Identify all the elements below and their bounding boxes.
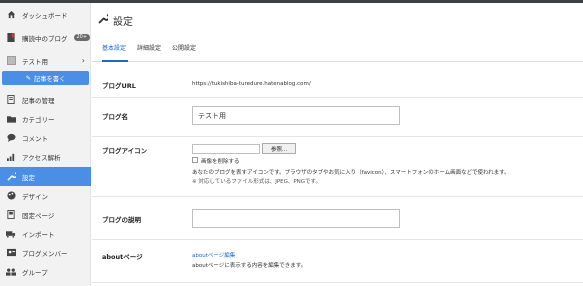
tab-divider	[92, 61, 583, 62]
folder-icon	[6, 114, 16, 124]
blog-icon	[6, 56, 16, 66]
sidebar-item-members[interactable]: ブログメンバー	[0, 243, 91, 262]
truck-icon	[6, 229, 16, 239]
sidebar-item-label: アクセス解析	[22, 153, 61, 162]
palette-icon	[6, 191, 16, 201]
sidebar-item-settings[interactable]: 設定	[0, 167, 91, 186]
about-page-label: aboutページ	[102, 253, 143, 261]
main-content: 設定 基本設定 詳細設定 公開設定 ブログURL https://tukishi…	[92, 3, 583, 286]
sidebar-item-label: ブログメンバー	[22, 249, 68, 258]
browse-button[interactable]: 参照...	[262, 143, 296, 154]
about-page-edit-link[interactable]: aboutページ編集	[192, 251, 235, 259]
tab-basic[interactable]: 基本設定	[102, 43, 126, 52]
chevron-right-icon: ›	[81, 56, 85, 65]
sidebar-item-label: 購読中のブログ	[22, 34, 68, 43]
sidebar-item-label: 記事の管理	[22, 96, 55, 105]
file-path-field[interactable]	[192, 144, 260, 154]
divider	[92, 239, 583, 240]
sidebar-item-categories[interactable]: カテゴリー	[0, 109, 91, 128]
sidebar-item-label: コメント	[22, 134, 48, 143]
tab-publish[interactable]: 公開設定	[172, 43, 196, 52]
sidebar: ダッシュボード 購読中のブログ 20+ テスト用 › ✎ 記事を書く 記事の管理…	[0, 3, 91, 286]
sidebar-item-import[interactable]: インポート	[0, 224, 91, 243]
blog-name-input[interactable]: テスト用	[192, 106, 400, 125]
page-icon	[6, 210, 16, 220]
sidebar-item-label: デザイン	[22, 192, 48, 201]
blog-url-label: ブログURL	[102, 82, 136, 90]
sidebar-item-dashboard[interactable]: ダッシュボード	[0, 5, 91, 24]
settings-tabs: 基本設定 詳細設定 公開設定	[102, 43, 196, 52]
sidebar-item-articles[interactable]: 記事の管理	[0, 90, 91, 109]
divider	[92, 97, 583, 98]
tab-detail[interactable]: 詳細設定	[137, 43, 161, 52]
divider	[92, 282, 583, 283]
group-icon	[6, 267, 16, 277]
page-title: 設定	[98, 13, 133, 28]
sidebar-item-design[interactable]: デザイン	[0, 186, 91, 205]
sidebar-item-label: インポート	[22, 230, 55, 239]
sidebar-item-label: ダッシュボード	[22, 11, 68, 20]
bookmark-icon	[6, 33, 16, 43]
write-article-button[interactable]: ✎ 記事を書く	[2, 71, 89, 85]
divider	[92, 136, 583, 137]
wrench-icon	[98, 14, 110, 27]
blog-description-label: ブログの説明	[102, 216, 141, 224]
home-icon	[6, 10, 16, 20]
sidebar-item-groups[interactable]: グループ	[0, 262, 91, 281]
sidebar-item-label: 固定ページ	[22, 211, 55, 220]
sidebar-item-label: カテゴリー	[22, 115, 55, 124]
sidebar-item-label: テスト用	[22, 57, 48, 66]
member-icon	[6, 248, 16, 258]
sidebar-item-fixed-pages[interactable]: 固定ページ	[0, 205, 91, 224]
sidebar-item-label: 設定	[22, 173, 35, 182]
blog-url-value: https://tukishiba-turedure.hatenablog.co…	[192, 81, 311, 87]
blog-icon-label: ブログアイコン	[102, 147, 148, 155]
sidebar-item-blog-switcher[interactable]: テスト用 ›	[0, 51, 91, 70]
sidebar-item-label: グループ	[22, 268, 48, 277]
about-page-help-text: aboutページに表示する内容を編集できます。	[192, 263, 307, 269]
delete-image-checkbox[interactable]	[192, 157, 198, 163]
edit-icon: ✎	[25, 74, 31, 82]
icon-help-text: あなたのブログを表すアイコンです。ブラウザのタブやお気に入り（favicon）、…	[192, 170, 510, 176]
delete-image-label: 画像を削除する	[201, 159, 240, 165]
divider	[92, 196, 583, 197]
sidebar-item-comments[interactable]: コメント	[0, 128, 91, 147]
doc-icon	[6, 95, 16, 105]
count-badge: 20+	[73, 34, 91, 41]
sidebar-item-analytics[interactable]: アクセス解析	[0, 147, 91, 166]
comment-icon	[6, 133, 16, 143]
blog-description-input[interactable]	[192, 209, 400, 228]
chart-icon	[6, 152, 16, 162]
sidebar-item-subscriptions[interactable]: 購読中のブログ 20+	[0, 28, 91, 47]
active-tab-indicator	[102, 60, 128, 62]
icon-format-note: ※ 対応しているファイル形式は、JPEG、PNGです。	[192, 179, 322, 185]
wrench-icon	[6, 172, 16, 182]
blog-name-label: ブログ名	[102, 113, 128, 121]
